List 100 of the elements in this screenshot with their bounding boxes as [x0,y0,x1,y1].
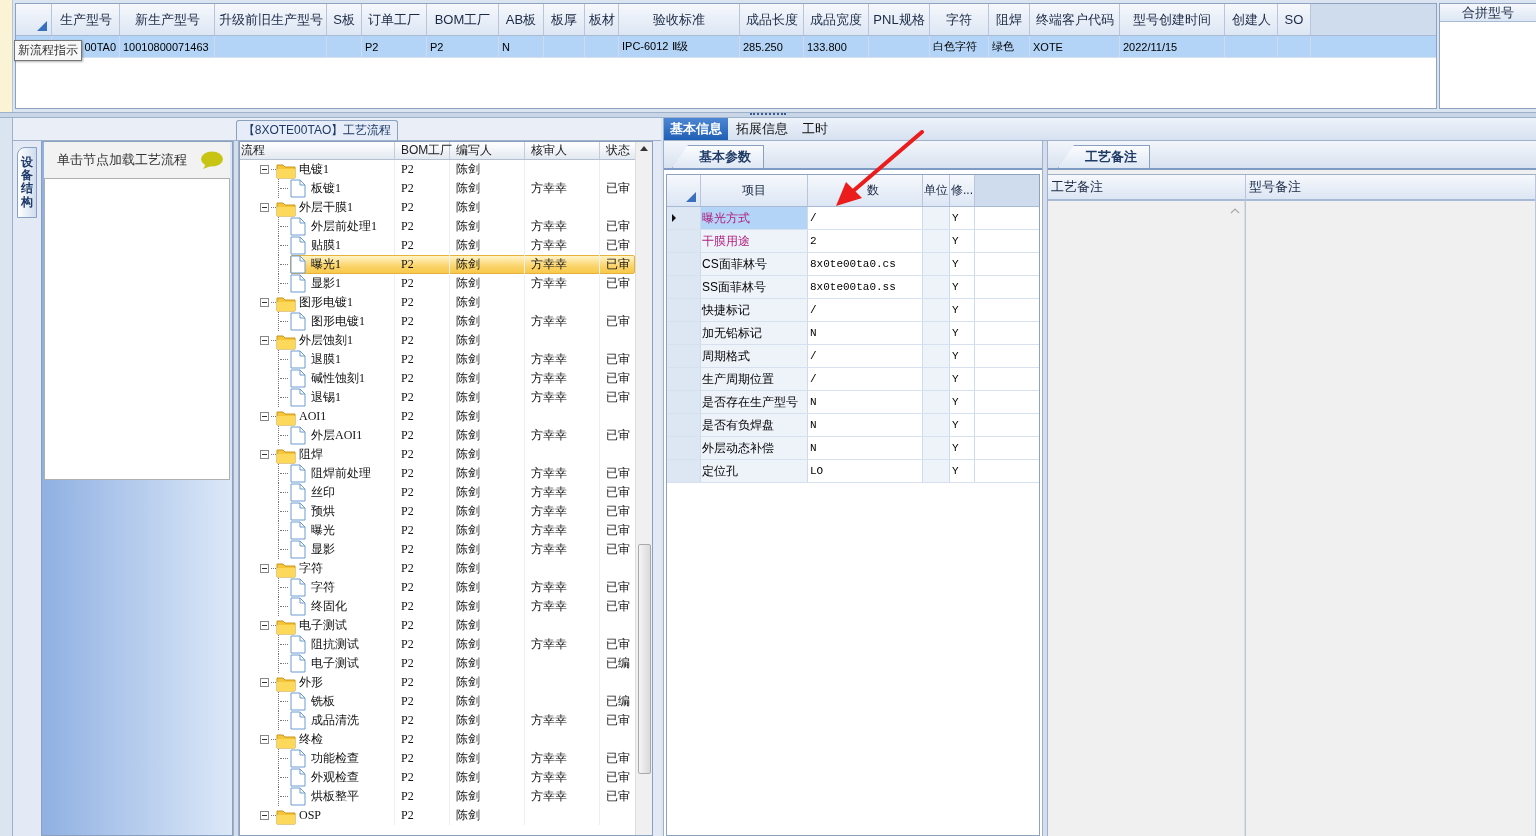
column-header[interactable]: 生产型号 [52,4,120,35]
collapse-icon[interactable] [260,336,269,345]
tree-row[interactable]: 图形电镀1 P2 陈剑 方幸幸 已审 [240,312,635,331]
collapse-icon[interactable] [260,678,269,687]
node-label: 显影 [311,541,335,558]
corner-triangle-icon [685,191,697,203]
column-header[interactable]: 升级前旧生产型号 [215,4,327,35]
document-icon [288,426,308,445]
column-header[interactable]: 阻焊 [989,4,1030,35]
table-cell: 陈剑 [450,217,525,236]
node-label: 外层AOI1 [311,427,363,444]
document-icon [288,179,308,198]
table-cell: 是否有负焊盘 [701,414,808,436]
tab[interactable]: 拓展信息 [730,118,794,140]
document-icon [288,635,308,654]
column-header[interactable]: AB板 [499,4,544,35]
tab[interactable]: 工时 [796,118,834,140]
document-icon [288,540,308,559]
table-cell: P2 [362,36,427,57]
column-header[interactable]: 新生产型号 [120,4,215,35]
scrollbar[interactable] [635,142,652,835]
column-header[interactable]: 字符 [930,4,989,35]
column-header[interactable]: 板厚 [544,4,585,35]
column-header[interactable]: 核审人 [525,142,600,159]
tab[interactable]: 工艺备注 [1058,145,1150,168]
node-label: 字符 [311,579,335,596]
table-cell: P2 [395,635,450,654]
column-header[interactable]: 验收标准 [619,4,740,35]
tree-row[interactable]: 板镀1 P2 陈剑 方幸幸 已审 [240,179,635,198]
collapse-icon[interactable] [260,203,269,212]
collapse-icon[interactable] [260,621,269,630]
column-header[interactable]: BOM工厂 [395,142,450,159]
tree-row[interactable]: 显影1 P2 陈剑 方幸幸 已审 [240,274,635,293]
table-cell: 陈剑 [450,597,525,616]
table-cell: 方幸幸 [525,312,600,331]
table-cell: Y [950,299,975,321]
tree-row[interactable]: 显影 P2 陈剑 方幸幸 已审 [240,540,635,559]
tab[interactable]: 基本信息 [664,118,728,140]
collapse-icon[interactable] [260,412,269,421]
table-cell: Y [950,391,975,413]
tree-row[interactable]: OSP P2 陈剑 [240,806,635,825]
column-header[interactable]: 型号创建时间 [1120,4,1225,35]
table-cell: P2 [395,502,450,521]
table-cell: 陈剑 [450,806,525,825]
table-cell: P2 [395,578,450,597]
node-label: 外层干膜1 [299,199,353,216]
column-header[interactable]: 成品长度 [740,4,804,35]
tree-row[interactable]: 外层AOI1 P2 陈剑 方幸幸 已审 [240,426,635,445]
column-header[interactable]: 项目 [701,175,808,206]
scrollbar-thumb[interactable] [637,544,651,774]
column-header[interactable]: 创建人 [1225,4,1278,35]
column-header[interactable]: BOM工厂 [427,4,499,35]
collapse-icon[interactable] [260,450,269,459]
table-cell: 外层动态补偿 [701,437,808,459]
table-cell: 陈剑 [450,407,525,426]
collapse-icon[interactable] [260,165,269,174]
table-cell: Y [950,437,975,459]
column-header[interactable]: 工艺备注 [1048,175,1245,201]
column-header[interactable]: 成品宽度 [804,4,869,35]
node-label: 电子测试 [311,655,359,672]
tree-row[interactable]: 退锡1 P2 陈剑 方幸幸 已审 [240,388,635,407]
table-cell: 陈剑 [450,312,525,331]
column-header[interactable]: 合拼型号 [1440,4,1536,22]
tree-row[interactable]: 成品清洗 P2 陈剑 方幸幸 已审 [240,711,635,730]
column-header[interactable]: 型号备注 [1246,175,1535,201]
tree-row[interactable]: 电子测试 P2 陈剑 已编 [240,654,635,673]
panel-title-tab[interactable]: 【8XOTE00TAO】工艺流程 [235,120,399,140]
table-cell: P2 [395,768,450,787]
document-icon [288,464,308,483]
table-cell: Y [950,230,975,252]
table-cell: P2 [395,787,450,806]
column-header[interactable]: PNL规格 [869,4,930,35]
document-icon [288,274,308,293]
table-cell: P2 [395,350,450,369]
table-cell: 方幸幸 [525,350,600,369]
node-label: 电子测试 [299,617,347,634]
table-cell: 陈剑 [450,483,525,502]
tab[interactable]: 基本参数 [672,145,764,168]
collapse-icon[interactable] [260,811,269,820]
column-header[interactable]: 板材 [585,4,619,35]
node-label: 成品清洗 [311,712,359,729]
column-header[interactable]: 终端客户代码 [1030,4,1120,35]
table-cell: 陈剑 [450,578,525,597]
tree-row[interactable]: 终固化 P2 陈剑 方幸幸 已审 [240,597,635,616]
table-cell: 方幸幸 [525,255,600,274]
column-header[interactable]: 流程 [240,142,395,159]
column-header[interactable]: 单位 [923,175,950,206]
table-cell: P2 [395,274,450,293]
table-cell: P2 [395,331,450,350]
table-cell: P2 [395,483,450,502]
column-header[interactable]: 订单工厂 [362,4,427,35]
tree-row[interactable]: 烘板整平 P2 陈剑 方幸幸 已审 [240,787,635,806]
table-cell: 陈剑 [450,559,525,578]
collapse-icon[interactable] [260,564,269,573]
side-tab[interactable]: 设备结构 [17,147,37,218]
table-cell: P2 [395,521,450,540]
node-label: 阻焊 [299,446,323,463]
collapse-icon[interactable] [260,298,269,307]
column-header[interactable]: S板 [327,4,362,35]
collapse-icon[interactable] [260,735,269,744]
